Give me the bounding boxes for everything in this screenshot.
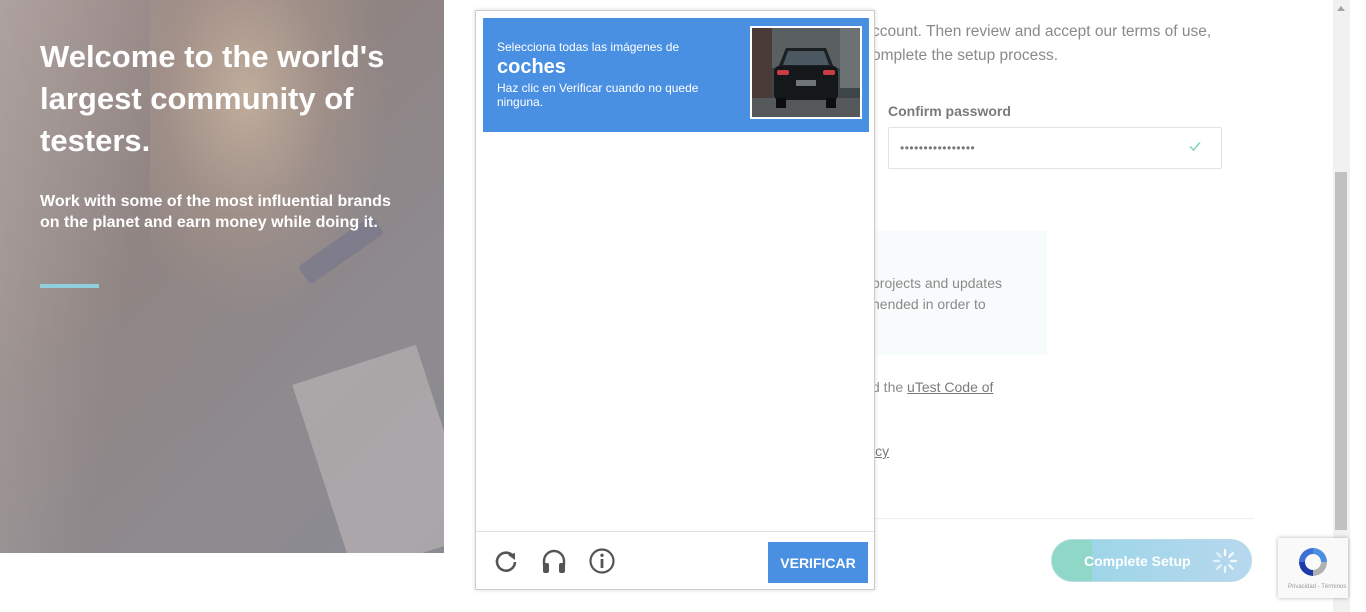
code-of-conduct-line: d the uTest Code of: [872, 379, 993, 395]
scroll-up-arrow-icon[interactable]: [1337, 6, 1345, 11]
setup-intro-text: ccount. Then review and accept our terms…: [872, 20, 1252, 68]
intro-line: ccount. Then review and accept our terms…: [872, 23, 1212, 40]
recaptcha-badge[interactable]: Privacidad - Términos: [1278, 538, 1348, 598]
intro-line: omplete the setup process.: [872, 47, 1059, 64]
captcha-sample-image: [750, 26, 862, 119]
verify-button[interactable]: VERIFICAR: [768, 542, 868, 583]
complete-setup-button[interactable]: Complete Setup: [1051, 539, 1252, 582]
notification-info-box: projects and updates nended in order to: [872, 231, 1047, 355]
notice-line: projects and updates: [872, 275, 1002, 291]
scrollbar-thumb[interactable]: [1335, 172, 1347, 530]
info-icon[interactable]: [589, 548, 615, 574]
code-prefix: d the: [872, 379, 908, 395]
captcha-target-word: coches: [497, 56, 566, 78]
checkmark-icon: [1189, 142, 1201, 152]
hero-photo-paper: [292, 344, 444, 553]
captcha-instruction: Haz clic en Verificar cuando no quede ni…: [497, 81, 699, 109]
code-of-conduct-link[interactable]: uTest Code of: [907, 379, 993, 395]
page: Welcome to the world's largest community…: [0, 0, 1366, 612]
captcha-footer: VERIFICAR: [476, 531, 874, 589]
captcha-header: Selecciona todas las imágenes de coches …: [483, 18, 869, 132]
confirm-password-label: Confirm password: [888, 103, 1011, 119]
footer-divider: [872, 518, 1254, 519]
loading-spinner-icon: [1212, 548, 1238, 574]
confirm-password-value: ••••••••••••••••: [900, 141, 976, 155]
notice-line: nended in order to: [872, 296, 986, 312]
captcha-prompt: Selecciona todas las imágenes de: [497, 40, 680, 54]
headphones-audio-icon[interactable]: [541, 548, 567, 574]
page-scrollbar[interactable]: [1333, 0, 1350, 612]
complete-setup-label: Complete Setup: [1084, 553, 1191, 569]
reload-icon[interactable]: [493, 548, 519, 574]
captcha-challenge: Selecciona todas las imágenes de coches …: [475, 10, 875, 590]
recaptcha-logo-icon: [1299, 548, 1327, 576]
confirm-password-field[interactable]: ••••••••••••••••: [888, 127, 1222, 169]
hero-panel: Welcome to the world's largest community…: [0, 0, 444, 553]
hero-title: Welcome to the world's largest community…: [40, 39, 385, 158]
car-image: [752, 28, 860, 117]
hero-accent-line: [40, 284, 99, 288]
recaptcha-terms[interactable]: Privacidad - Términos: [1288, 584, 1346, 590]
notice-text: projects and updates nended in order to: [872, 273, 1002, 315]
hero-subtitle: Work with some of the most influential b…: [40, 193, 391, 231]
